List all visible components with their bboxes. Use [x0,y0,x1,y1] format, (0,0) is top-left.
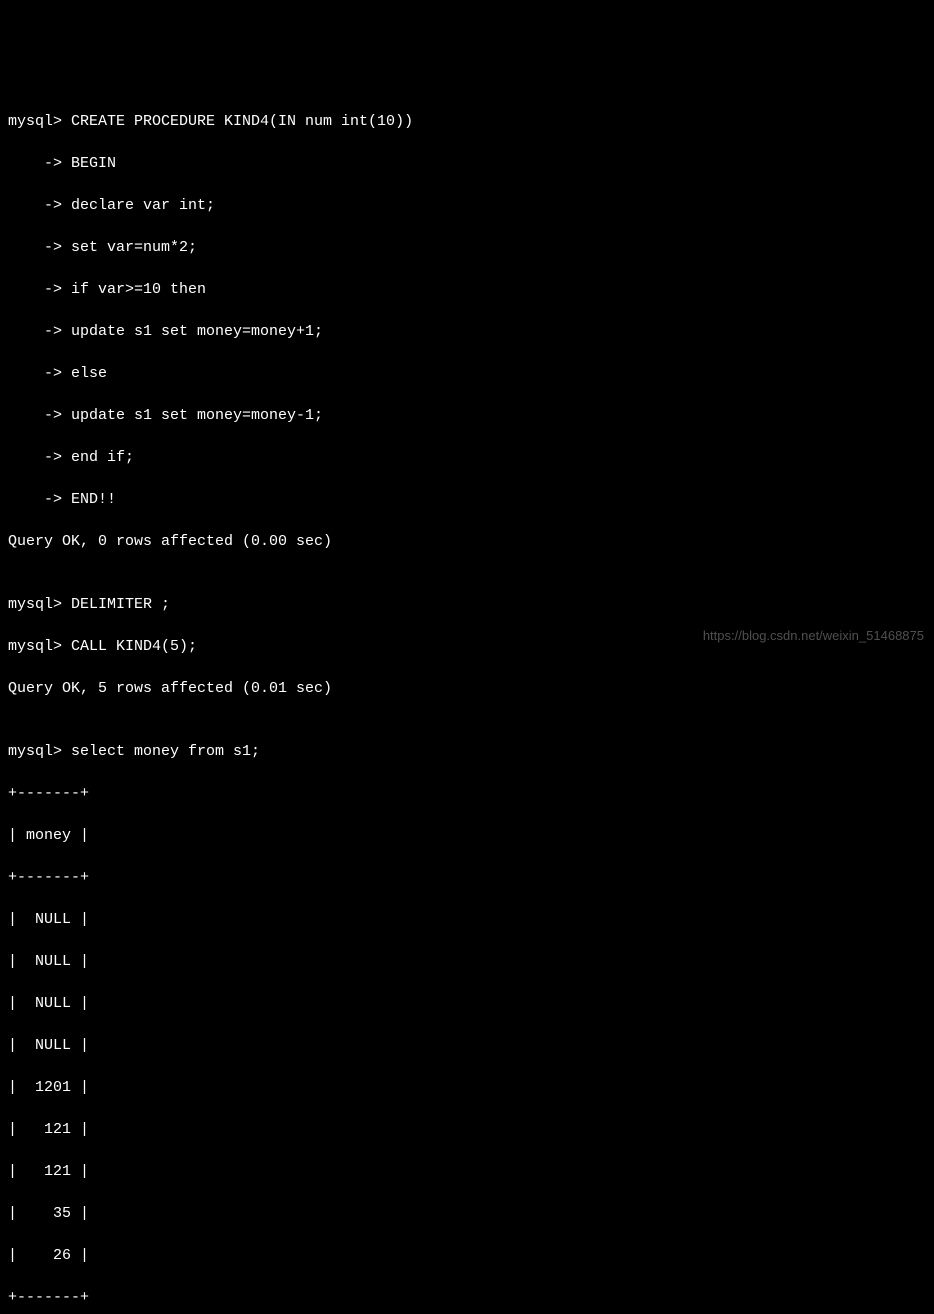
terminal-line: -> end if; [8,447,926,468]
watermark-text: https://blog.csdn.net/weixin_51468875 [703,627,924,645]
terminal-line: -> else [8,363,926,384]
terminal-line: +-------+ [8,867,926,888]
terminal-line: | 1201 | [8,1077,926,1098]
terminal-line: Query OK, 0 rows affected (0.00 sec) [8,531,926,552]
terminal-line: -> update s1 set money=money-1; [8,405,926,426]
terminal-line: -> declare var int; [8,195,926,216]
terminal-line: | 35 | [8,1203,926,1224]
terminal-line: mysql> DELIMITER ; [8,594,926,615]
terminal-line: Query OK, 5 rows affected (0.01 sec) [8,678,926,699]
terminal-line: -> if var>=10 then [8,279,926,300]
terminal-line: | 121 | [8,1119,926,1140]
terminal-line: | NULL | [8,1035,926,1056]
terminal-line: -> set var=num*2; [8,237,926,258]
terminal-line: mysql> CREATE PROCEDURE KIND4(IN num int… [8,111,926,132]
terminal-line: | NULL | [8,993,926,1014]
terminal-output: mysql> CREATE PROCEDURE KIND4(IN num int… [8,90,926,1314]
terminal-line: | 121 | [8,1161,926,1182]
terminal-line: | NULL | [8,951,926,972]
terminal-line: +-------+ [8,783,926,804]
terminal-line: | 26 | [8,1245,926,1266]
terminal-line: -> BEGIN [8,153,926,174]
terminal-line: -> update s1 set money=money+1; [8,321,926,342]
terminal-line: | NULL | [8,909,926,930]
terminal-line: +-------+ [8,1287,926,1308]
terminal-line: -> END!! [8,489,926,510]
terminal-line: mysql> select money from s1; [8,741,926,762]
terminal-line: | money | [8,825,926,846]
